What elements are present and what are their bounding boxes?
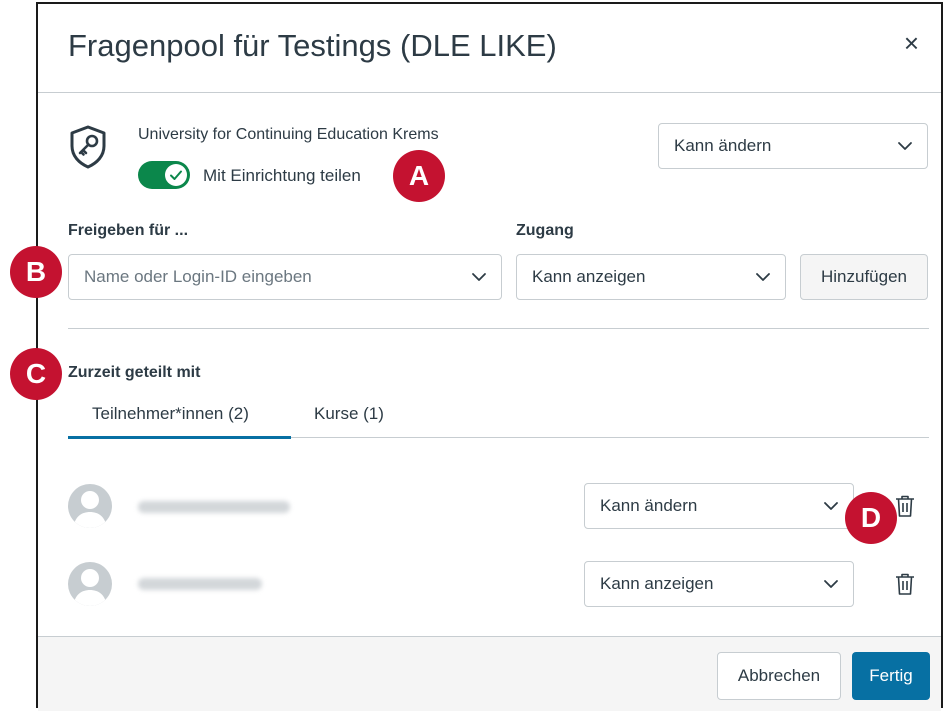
trash-icon[interactable]	[894, 572, 916, 596]
active-tab-indicator	[68, 436, 291, 439]
toggle-knob	[165, 164, 187, 186]
share-for-label: Freigeben für ...	[68, 222, 189, 239]
access-label: Zugang	[516, 222, 574, 239]
shield-key-icon	[70, 125, 106, 169]
share-dialog: Fragenpool für Testings (DLE LIKE) × Uni…	[36, 2, 943, 711]
user-icon	[73, 491, 107, 528]
annotation-badge-a: A	[393, 150, 445, 202]
tab-participants[interactable]: Teilnehmer*innen (2)	[92, 404, 249, 424]
done-button[interactable]: Fertig	[852, 652, 930, 700]
check-icon	[170, 170, 182, 180]
cancel-button[interactable]: Abbrechen	[717, 652, 841, 700]
institution-name: University for Continuing Education Krem…	[138, 126, 439, 143]
chevron-down-icon	[472, 273, 486, 281]
access-select[interactable]: Kann anzeigen	[516, 254, 786, 300]
user-permission-select[interactable]: Kann ändern	[584, 483, 854, 529]
annotation-badge-c: C	[10, 348, 62, 400]
chevron-down-icon	[898, 142, 912, 150]
user-permission-value: Kann ändern	[600, 496, 698, 515]
institution-permission-select[interactable]: Kann ändern	[658, 123, 928, 169]
chevron-down-icon	[824, 580, 838, 588]
toggle-label: Mit Einrichtung teilen	[203, 166, 361, 185]
trash-icon[interactable]	[894, 494, 916, 518]
user-name-redacted	[138, 501, 290, 513]
header-divider	[38, 92, 941, 93]
share-for-input[interactable]: Name oder Login-ID eingeben	[68, 254, 502, 300]
institution-permission-value: Kann ändern	[674, 136, 772, 155]
chevron-down-icon	[824, 502, 838, 510]
user-icon	[73, 569, 107, 606]
user-permission-value: Kann anzeigen	[600, 574, 714, 593]
share-with-institution-toggle[interactable]	[138, 161, 190, 189]
user-name-redacted	[138, 578, 262, 590]
access-value: Kann anzeigen	[532, 267, 646, 286]
annotation-badge-b: B	[10, 246, 62, 298]
dialog-title: Fragenpool für Testings (DLE LIKE)	[68, 28, 557, 63]
section-divider	[68, 328, 929, 329]
avatar	[68, 484, 112, 528]
chevron-down-icon	[756, 273, 770, 281]
annotation-badge-d: D	[845, 492, 897, 544]
add-button[interactable]: Hinzufügen	[800, 254, 928, 300]
share-for-placeholder: Name oder Login-ID eingeben	[84, 267, 312, 286]
tab-courses[interactable]: Kurse (1)	[314, 404, 384, 424]
currently-shared-heading: Zurzeit geteilt mit	[68, 364, 201, 381]
avatar	[68, 562, 112, 606]
close-button[interactable]: ×	[904, 30, 919, 56]
user-permission-select[interactable]: Kann anzeigen	[584, 561, 854, 607]
